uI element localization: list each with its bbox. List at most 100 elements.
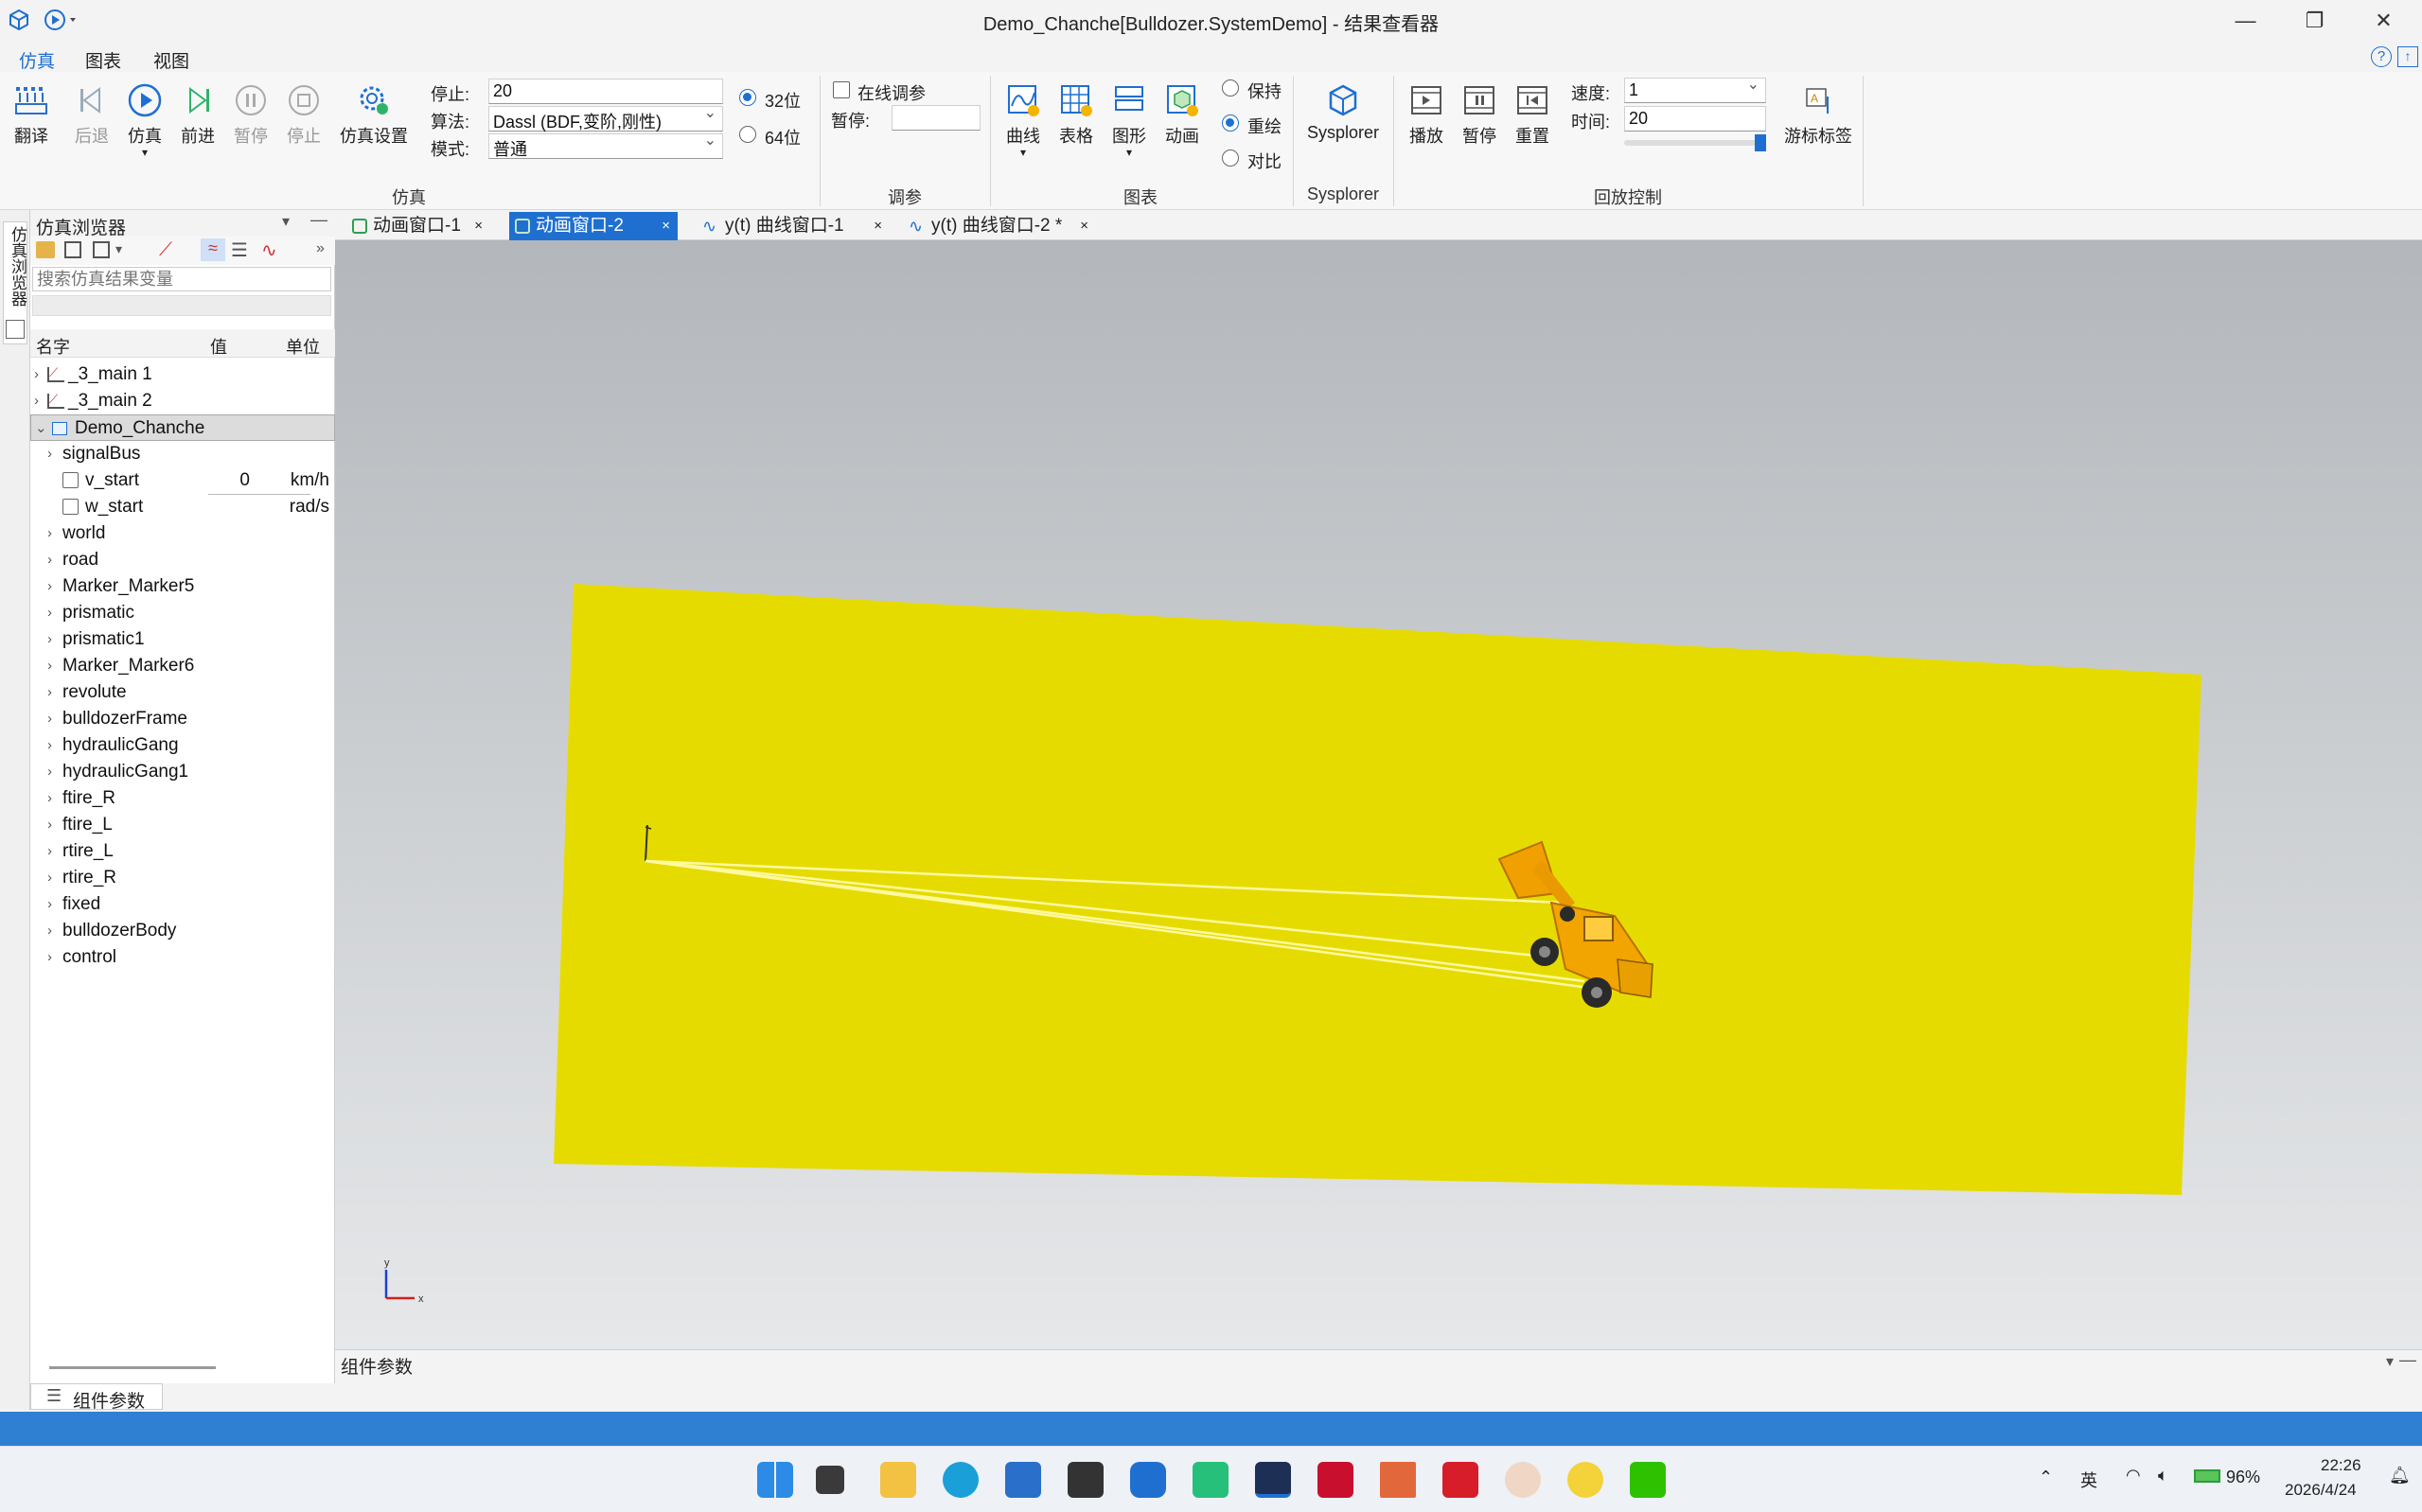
expand-chevron-right-icon[interactable]: › [47, 891, 52, 918]
close-button[interactable]: ✕ [2349, 0, 2418, 42]
tree-item-result[interactable]: › ⟋ _3_main 2 [30, 388, 335, 414]
volume-icon[interactable]: 🔈︎ [2158, 1466, 2168, 1486]
expand-chevron-right-icon[interactable]: › [47, 812, 52, 838]
stop-time-input[interactable]: 20 [488, 79, 723, 104]
list-mode-icon[interactable]: ☰ [231, 238, 248, 262]
online-tune-checkbox[interactable] [833, 81, 850, 98]
dropdown-icon[interactable]: ▾ [115, 241, 122, 257]
tree-variable-row[interactable]: v_start 0 km/h [30, 467, 335, 495]
tune-pause-input[interactable] [892, 105, 981, 131]
notification-icon[interactable]: 🔔︎ [2389, 1466, 2411, 1486]
expand-chevron-right-icon[interactable]: › [47, 626, 52, 653]
music-app-icon[interactable] [1567, 1462, 1603, 1498]
time-slider[interactable] [1624, 134, 1766, 151]
expand-chevron-right-icon[interactable]: › [47, 573, 52, 600]
tree-item[interactable]: › prismatic1 [30, 626, 335, 653]
expand-chevron-right-icon[interactable]: › [47, 706, 52, 732]
tray-chevron-icon[interactable]: ⌃ [2039, 1468, 2053, 1487]
sysplorer-button[interactable]: Sysplorer [1299, 72, 1388, 143]
tree-item[interactable]: › control [30, 944, 335, 971]
menu-simulate[interactable]: 仿真 [13, 45, 61, 75]
graph-button[interactable]: 图形 ▾ [1104, 72, 1155, 158]
back-button[interactable]: 后退 [66, 72, 117, 148]
expand-chevron-right-icon[interactable]: › [47, 918, 52, 944]
tree-item[interactable]: › rtire_R [30, 865, 335, 891]
tree-item[interactable]: › Marker_Marker5 [30, 573, 335, 600]
expand-chevron-right-icon[interactable]: › [34, 361, 39, 388]
wifi-icon[interactable]: ◠ [2126, 1466, 2141, 1486]
minimize-button[interactable]: — [2211, 0, 2280, 42]
battery-icon[interactable] [2194, 1469, 2220, 1483]
expand-chevron-right-icon[interactable]: › [47, 441, 52, 467]
radio-keep[interactable] [1222, 79, 1239, 97]
expand-chevron-right-icon[interactable]: › [47, 547, 52, 573]
green-app-icon[interactable] [1193, 1462, 1229, 1498]
time-input[interactable]: 20 [1624, 106, 1766, 132]
plot-icon[interactable]: ⟋ [159, 239, 172, 261]
col-name[interactable]: 名字 [36, 334, 70, 359]
matlab-icon[interactable] [1380, 1462, 1416, 1498]
tab-close-icon[interactable]: × [874, 212, 882, 240]
tab-anim-2[interactable]: 动画窗口-2 × [509, 212, 678, 240]
tree-item[interactable]: › revolute [30, 679, 335, 706]
expand-chevron-right-icon[interactable]: › [47, 944, 52, 971]
play-button[interactable]: 播放 [1401, 72, 1452, 148]
more-icon[interactable]: » [316, 240, 325, 257]
reset-button[interactable]: 重置 [1507, 72, 1558, 148]
avatar-icon[interactable] [1505, 1462, 1541, 1498]
autocad-icon[interactable] [1442, 1462, 1478, 1498]
file-explorer-icon[interactable] [880, 1462, 916, 1498]
tab-anim-1[interactable]: 动画窗口-1 × [346, 212, 486, 240]
clock-date[interactable]: 2026/4/24 [2285, 1481, 2357, 1500]
sysplorer-taskbar-icon[interactable] [1255, 1462, 1291, 1498]
expand-chevron-right-icon[interactable]: › [47, 653, 52, 679]
radio-64bit[interactable] [739, 126, 756, 143]
windows-start-icon[interactable] [757, 1462, 793, 1498]
tree-item[interactable]: › world [30, 520, 335, 547]
variable-checkbox[interactable] [62, 499, 79, 515]
ime-indicator[interactable]: 英 [2080, 1468, 2097, 1492]
cursor-label-button[interactable]: A 游标标签 [1779, 72, 1857, 148]
tree-item-result[interactable]: › ⟋ _3_main 1 [30, 361, 335, 388]
tree-item[interactable]: › prismatic [30, 600, 335, 626]
translate-button[interactable]: 翻译 [6, 72, 57, 148]
tree-item[interactable]: › road [30, 547, 335, 573]
curve-mode-icon[interactable]: ≈ [201, 238, 225, 261]
maximize-button[interactable]: ❐ [2280, 0, 2349, 42]
save-icon[interactable] [64, 241, 81, 258]
tab-component-params[interactable]: ☰ 组件参数 [30, 1383, 163, 1412]
curve-button[interactable]: 曲线 ▾ [998, 72, 1049, 158]
grid-icon[interactable] [93, 241, 110, 258]
restore-ribbon-icon[interactable]: ↑ [2397, 46, 2418, 67]
simulate-button[interactable]: 仿真 ▾ [119, 72, 170, 158]
side-chart-icon[interactable] [6, 320, 25, 339]
expand-chevron-right-icon[interactable]: › [47, 759, 52, 785]
browser-hscrollbar[interactable] [49, 1366, 216, 1369]
tree-item[interactable]: › fixed [30, 891, 335, 918]
radio-redraw[interactable] [1222, 114, 1239, 132]
tab-curve-1[interactable]: ∿ y(t) 曲线窗口-1 × [698, 212, 884, 240]
expand-chevron-right-icon[interactable]: › [47, 600, 52, 626]
panel-menu-icon[interactable]: ▾ [282, 212, 290, 231]
help-icon[interactable]: ? [2371, 46, 2392, 67]
radio-32bit[interactable] [739, 89, 756, 106]
expand-chevron-right-icon[interactable]: › [47, 679, 52, 706]
open-folder-icon[interactable] [36, 241, 55, 258]
col-value[interactable]: 值 [210, 334, 227, 359]
tree-item[interactable]: › ftire_R [30, 785, 335, 812]
expand-chevron-right-icon[interactable]: › [47, 520, 52, 547]
expand-chevron-down-icon[interactable]: ⌄ [35, 415, 47, 442]
panel-menu-icon[interactable]: ▾ [2386, 1352, 2394, 1371]
wechat-icon[interactable] [1630, 1462, 1666, 1498]
tab-close-icon[interactable]: × [474, 212, 483, 240]
var-search-input[interactable] [32, 267, 331, 291]
expand-chevron-right-icon[interactable]: › [47, 865, 52, 891]
speed-select[interactable]: 1 [1624, 75, 1766, 103]
forward-button[interactable]: 前进 [172, 72, 223, 148]
table-button[interactable]: 表格 [1051, 72, 1102, 148]
tree-item[interactable]: › hydraulicGang1 [30, 759, 335, 785]
col-unit[interactable]: 单位 [286, 334, 320, 359]
sim-settings-button[interactable]: 仿真设置 [335, 72, 413, 148]
tab-curve-2[interactable]: ∿ y(t) 曲线窗口-2 * × [905, 212, 1090, 240]
tree-item[interactable]: › bulldozerBody [30, 918, 335, 944]
